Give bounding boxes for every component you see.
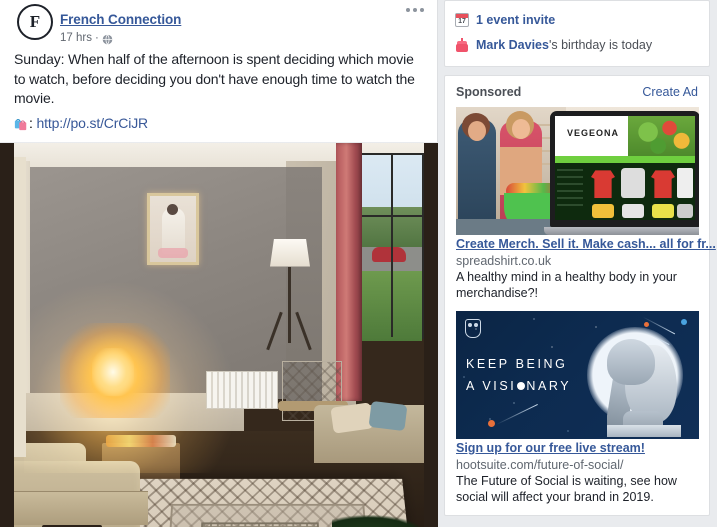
- ad1-site-nav: [555, 156, 695, 163]
- create-ad-link[interactable]: Create Ad: [642, 85, 698, 99]
- shopping-bags-emoji: [14, 117, 28, 131]
- floor-lamp-pole: [288, 266, 291, 343]
- notification-item-birthday[interactable]: Mark Davies's birthday is today: [455, 34, 699, 56]
- cushion: [368, 400, 408, 431]
- ad1-product-row2: [677, 204, 693, 218]
- link-prefix: :: [29, 114, 33, 131]
- birthday-suffix: 's birthday is today: [548, 38, 653, 52]
- facebook-feed-page: F French Connection 17 hrs · Sunday: Whe…: [0, 0, 717, 527]
- ad1-product-row2: [622, 204, 644, 218]
- ad1-product-hoodie: [591, 170, 615, 198]
- ad2-slogan-line2b: NARY: [526, 379, 572, 393]
- sponsored-title: Sponsored: [456, 85, 522, 99]
- rug-medallion: [198, 521, 322, 527]
- post-meta: 17 hrs ·: [60, 30, 425, 46]
- ad2-orange-dot: [644, 322, 649, 327]
- artwork-head: [167, 203, 178, 215]
- hootsuite-owl-logo: [465, 319, 481, 338]
- ad1-salad-photo: [627, 116, 695, 156]
- window-car: [372, 246, 406, 262]
- ad-title[interactable]: Create Merch. Sell it. Make cash... all …: [456, 237, 716, 251]
- calendar-day: 17: [458, 18, 466, 25]
- houseplant: [332, 514, 424, 527]
- ad2-dot-icon: [517, 382, 526, 390]
- ad-url: spreadshirt.co.uk: [456, 254, 552, 268]
- event-invite-link[interactable]: 1 event invite: [476, 10, 555, 30]
- ad1-site-sidebar: [557, 166, 583, 206]
- framed-artwork: [147, 192, 199, 265]
- ad2-woman-portrait: [607, 333, 681, 437]
- ad1-woman-left-face: [468, 121, 486, 141]
- birthday-person-link[interactable]: Mark Davies: [476, 38, 549, 52]
- ad-description: The Future of Social is waiting, see how…: [456, 474, 677, 504]
- window-hedge: [358, 206, 422, 251]
- ad1-product-row2: [652, 204, 674, 218]
- ad1-laptop-base: [544, 227, 699, 235]
- post-header-text: French Connection 17 hrs ·: [60, 9, 425, 46]
- window-lawn: [358, 270, 422, 341]
- post-timestamp[interactable]: 17 hrs: [60, 30, 92, 46]
- ad1-laptop-screen: VEGEONA: [555, 116, 695, 220]
- window-mullion-horizontal: [358, 214, 422, 217]
- avatar[interactable]: F: [17, 4, 53, 40]
- birthday-cake-icon: [455, 38, 469, 52]
- ad2-slogan: KEEP BEING A VISI NARY: [466, 353, 571, 397]
- more-options-icon[interactable]: [406, 8, 424, 12]
- window-mullion-vertical: [391, 154, 393, 337]
- ad-url: hootsuite.com/future-of-social/: [456, 458, 624, 472]
- post-card: F French Connection 17 hrs · Sunday: Whe…: [0, 0, 438, 527]
- table-lamp: [92, 347, 134, 396]
- ad1-woman-right-face: [512, 119, 530, 139]
- cushion: [330, 401, 374, 434]
- calendar-icon: 17: [455, 13, 469, 27]
- ad2-shoulder: [607, 425, 681, 437]
- ad-description: A healthy mind in a healthy body in your…: [456, 270, 677, 300]
- globe-icon[interactable]: [102, 33, 113, 45]
- ad2-slogan-line2a: A VISI: [466, 379, 517, 393]
- notification-item-event[interactable]: 17 1 event invite: [455, 9, 699, 31]
- ad1-product-bottle: [621, 168, 645, 198]
- post-photo-container[interactable]: [0, 141, 438, 527]
- sofa-cushion: [14, 490, 148, 525]
- ad1-product-tshirt: [651, 170, 675, 198]
- sponsored-ad-1[interactable]: VEGEONA Create Merch. Sell it. Make cash…: [445, 107, 716, 311]
- post-body: Sunday: When half of the afternoon is sp…: [0, 48, 437, 133]
- ad1-product-mug: [677, 168, 693, 198]
- right-sidebar: 17 1 event invite Mark Davies's birthday…: [444, 0, 716, 516]
- floor-lamp-shade: [270, 238, 310, 267]
- spreadshirt-ad-image[interactable]: VEGEONA: [456, 107, 699, 235]
- window: [356, 152, 424, 341]
- ad2-slogan-line1: KEEP BEING: [466, 357, 568, 371]
- ad2-slogan-line2: A VISI NARY: [466, 375, 571, 397]
- ad2-orange-dot: [488, 420, 495, 427]
- meta-separator: ·: [94, 32, 99, 44]
- hootsuite-ad-image[interactable]: KEEP BEING A VISI NARY: [456, 311, 699, 439]
- notifications-card: 17 1 event invite Mark Davies's birthday…: [444, 0, 710, 67]
- ad-title[interactable]: Sign up for our free live stream!: [456, 441, 645, 455]
- door-frame: [14, 156, 26, 457]
- post-link-line: : http://po.st/CrCiJR: [14, 114, 423, 133]
- living-room-photo[interactable]: [14, 142, 424, 527]
- ad2-hair: [607, 339, 655, 385]
- post-text: Sunday: When half of the afternoon is sp…: [14, 51, 415, 106]
- sponsored-ad-2[interactable]: KEEP BEING A VISI NARY Sign up for our fr…: [445, 311, 709, 515]
- ad1-product-row2: [592, 204, 614, 218]
- post-header: F French Connection 17 hrs ·: [0, 0, 437, 48]
- ad2-blue-dot: [681, 319, 687, 325]
- page-name-link[interactable]: French Connection: [60, 12, 181, 28]
- artwork-pink-accent: [158, 247, 188, 258]
- sponsored-header: Sponsored Create Ad: [445, 76, 709, 107]
- birthday-text: Mark Davies's birthday is today: [476, 35, 652, 55]
- ad1-site-logo: VEGEONA: [567, 128, 620, 138]
- sponsored-card: Sponsored Create Ad VEGEONA Create Merch…: [444, 75, 716, 516]
- post-link[interactable]: http://po.st/CrCiJR: [37, 114, 149, 133]
